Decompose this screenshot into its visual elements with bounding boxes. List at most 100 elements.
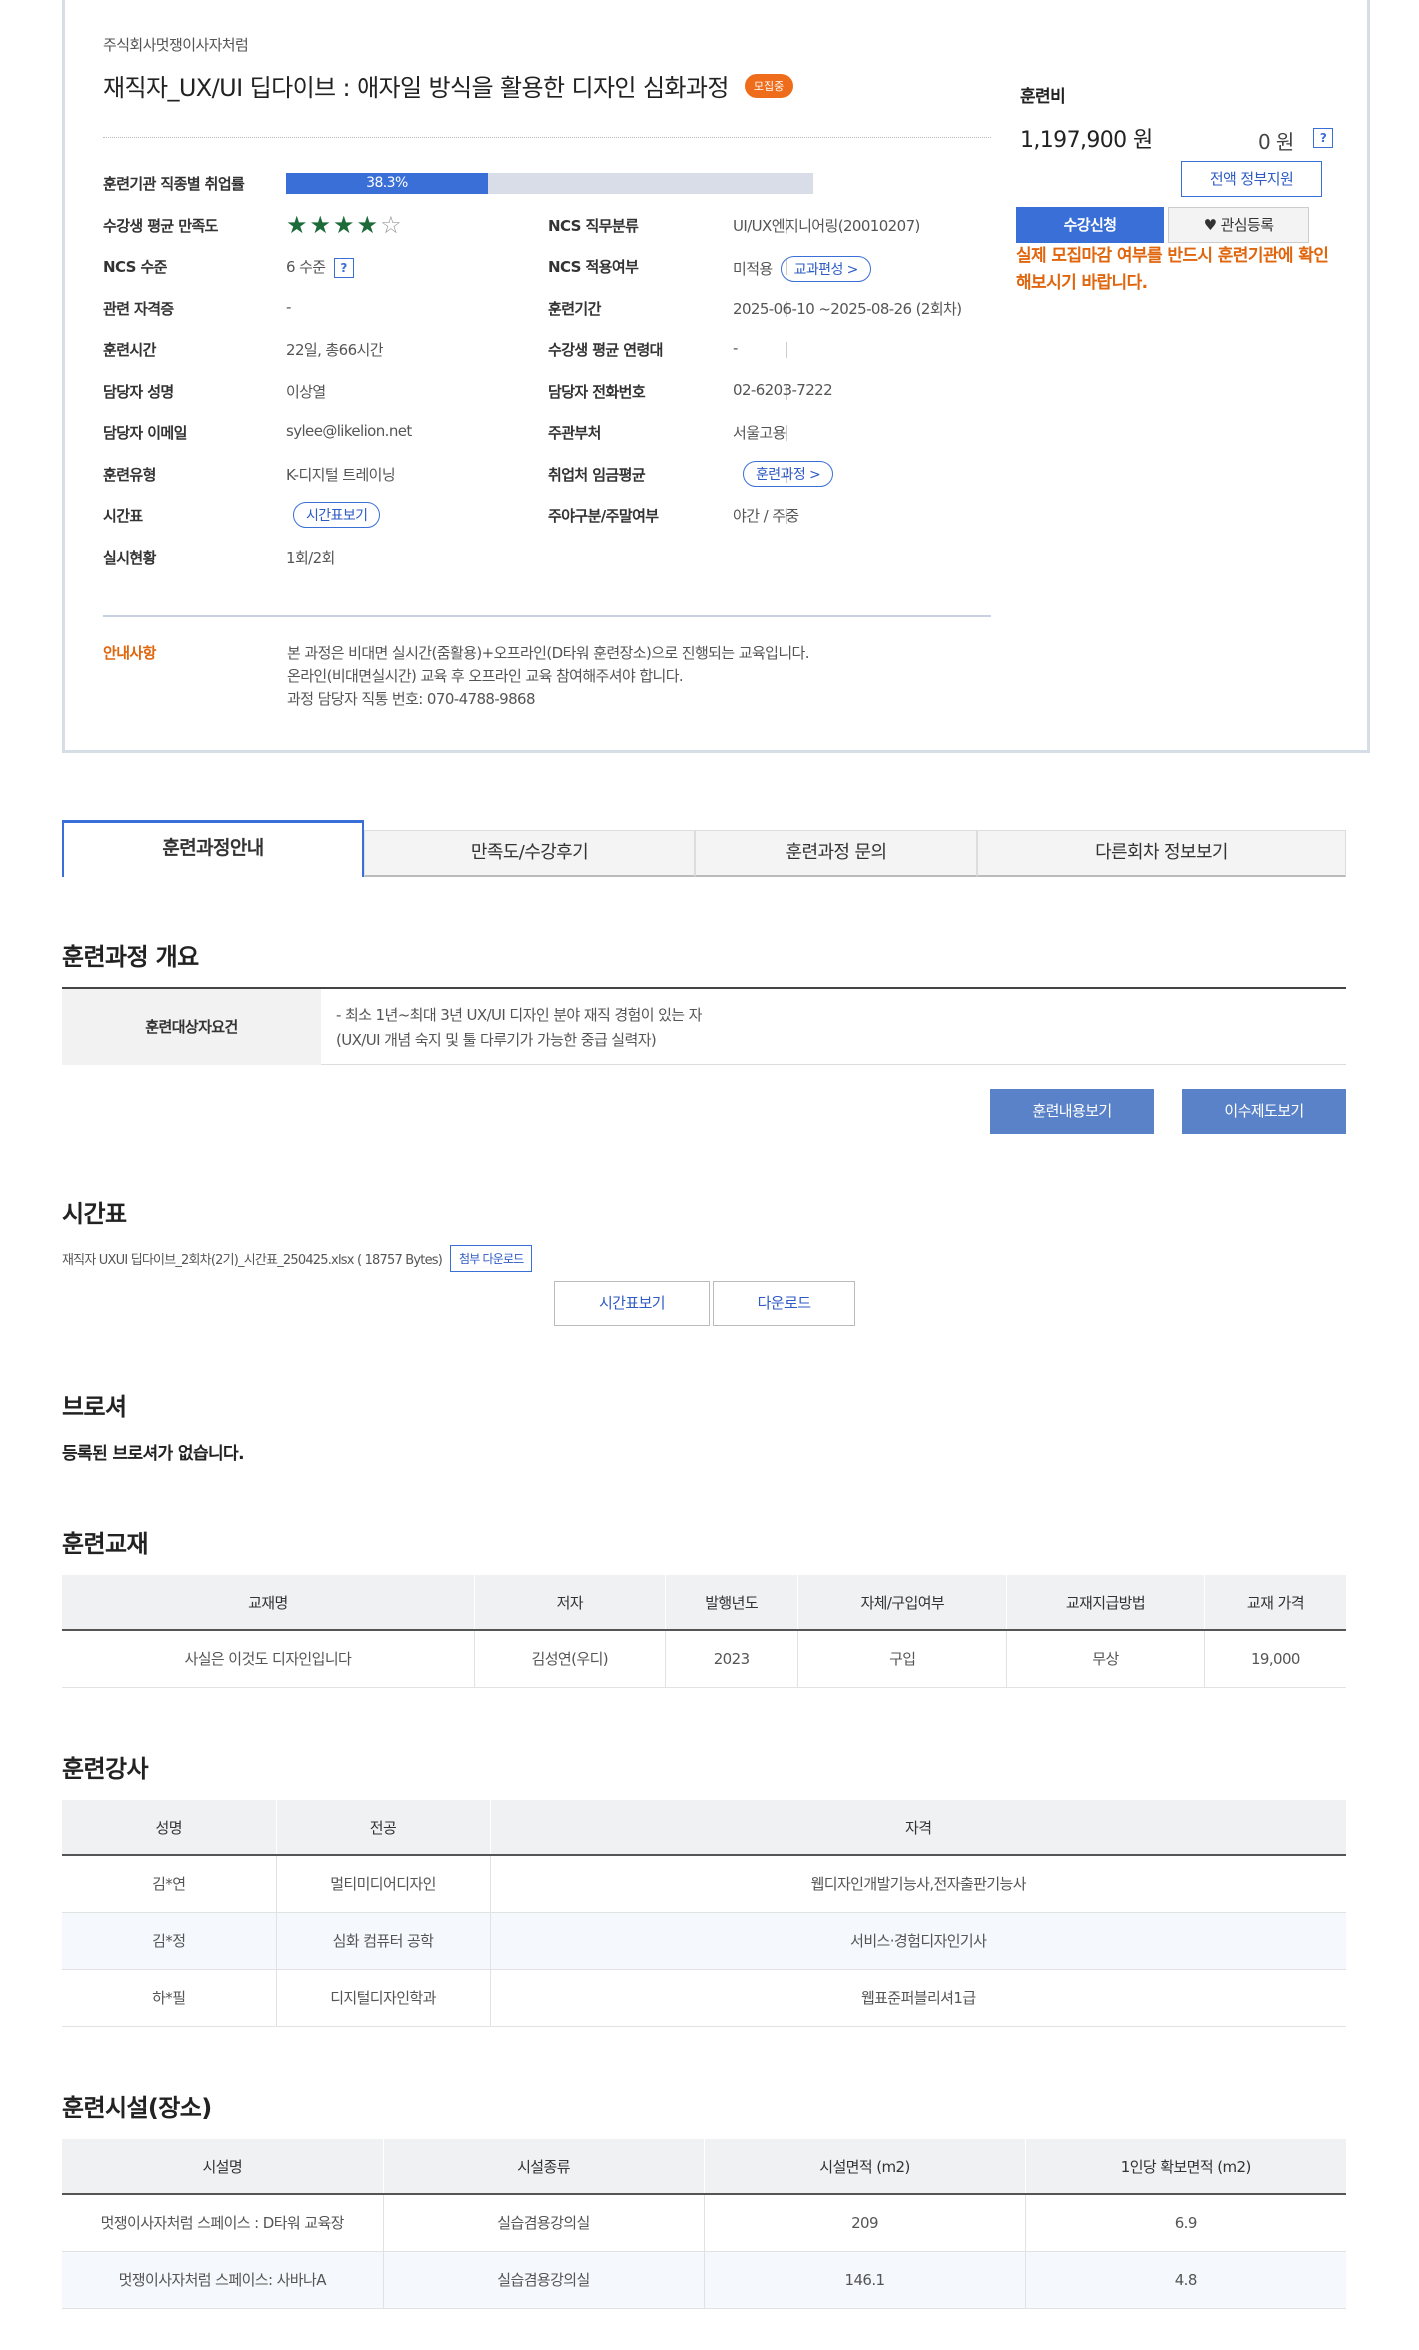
facilities-heading: 훈련시설(장소)	[62, 2094, 212, 2122]
cert-value: -	[286, 297, 291, 316]
type-label: 훈련유형	[103, 465, 156, 484]
course-info-rows: 훈련기관 직종별 취업률 38.3% 수강생 평균 만족도 ★★★★☆ NCS …	[103, 165, 1003, 580]
table-row: 사실은 이것도 디자인입니다 김성연(우디) 2023 구입 무상 19,000	[62, 1630, 1346, 1688]
timetable-heading: 시간표	[62, 1200, 127, 1228]
table-cell: 하*필	[62, 1969, 276, 2027]
column-header: 전공	[275, 1800, 490, 1856]
age-label: 수강생 평균 연령대	[548, 341, 663, 359]
info-row-cert: 관련 자격증 - 훈련기간 2025-06-10 ~2025-08-26 (2회…	[103, 290, 1003, 332]
course-content-button[interactable]: 훈련내용보기	[990, 1089, 1154, 1134]
divider	[103, 615, 991, 617]
employment-rate-bar: 38.3%	[286, 173, 813, 194]
column-header: 자체/구입여부	[797, 1575, 1007, 1631]
gov-support-button[interactable]: 전액 정부지원	[1181, 161, 1322, 197]
table-row: 멋쟁이사자처럼 스페이스 : D타워 교육장 실습겸용강의실 209 6.9	[62, 2194, 1346, 2252]
course-info-box: 주식회사멋쟁이사자처럼 재직자_UX/UI 딥다이브 : 애자일 방식을 활용한…	[62, 0, 1370, 753]
daynight-label: 주야구분/주말여부	[548, 507, 659, 525]
tab-other-rounds[interactable]: 다른회차 정보보기	[977, 830, 1346, 877]
column-header: 저자	[473, 1575, 666, 1631]
star-filled-icon: ★	[333, 210, 357, 239]
column-header: 1인당 확보면적 (m2)	[1024, 2139, 1346, 2195]
ncs-level-label: NCS 수준	[103, 258, 167, 276]
star-empty-icon: ☆	[380, 210, 404, 239]
column-header: 성명	[62, 1800, 276, 1856]
requirement-line: - 최소 1년~최대 3년 UX/UI 디자인 분야 재직 경험이 있는 자	[336, 1006, 702, 1024]
heart-icon: ♥	[1203, 216, 1217, 234]
table-cell: 멀티미디어디자인	[275, 1855, 490, 1913]
ncs-apply-label: NCS 적용여부	[548, 258, 639, 276]
apply-button[interactable]: 수강신청	[1016, 207, 1164, 243]
table-cell: 서비스·경험디자인기사	[489, 1912, 1346, 1970]
timetable-download-button[interactable]: 다운로드	[713, 1281, 855, 1326]
notice-line: 과정 담당자 직통 번호: 070-4788-9868	[287, 690, 536, 708]
help-icon[interactable]: ?	[1313, 128, 1333, 148]
dept-label: 주관부처	[548, 424, 601, 442]
status-label: 실시현황	[103, 548, 156, 567]
timetable-view-button[interactable]: 시간표보기	[554, 1281, 710, 1326]
table-cell: 6.9	[1024, 2194, 1346, 2252]
table-cell: 웹표준퍼블리셔1급	[489, 1969, 1346, 2027]
column-header: 자격	[489, 1800, 1346, 1856]
type-value: K-디지털 트레이닝	[286, 465, 396, 484]
info-row-manager: 담당자 성명 이상열 담당자 전화번호 02-6203-7222	[103, 373, 1003, 415]
wage-button[interactable]: 훈련과정 >	[743, 460, 834, 487]
employment-label: 훈련기관 직종별 취업률	[103, 175, 245, 193]
info-row-type: 훈련유형 K-디지털 트레이닝 취업처 임금평균 훈련과정 >	[103, 456, 1003, 498]
info-row-schedule: 시간표 시간표보기 주야구분/주말여부 야간 / 주중	[103, 497, 1003, 539]
table-cell: 김성연(우디)	[473, 1630, 666, 1688]
course-org: 주식회사멋쟁이사자처럼	[103, 36, 249, 54]
tab-course-guide[interactable]: 훈련과정안내	[62, 820, 364, 877]
curriculum-button[interactable]: 교과편성 >	[780, 256, 871, 282]
manager-value: 이상열	[286, 382, 326, 401]
notice-text: 본 과정은 비대면 실시간(줌활용)+오프라인(D타워 훈련장소)으로 진행되는…	[287, 642, 810, 711]
table-row: 하*필 디지털디자인학과 웹표준퍼블리셔1급	[62, 1969, 1346, 2027]
satisfaction-label: 수강생 평균 만족도	[103, 216, 218, 235]
notice-line: 온라인(비대면실시간) 교육 후 오프라인 교육 참여해주셔야 합니다.	[287, 667, 684, 685]
brochure-empty-text: 등록된 브로셔가 없습니다.	[62, 1444, 245, 1464]
ncs-job-value: UI/UX엔지니어링(20010207)	[733, 216, 920, 235]
requirement-label: 훈련대상자요건	[62, 989, 321, 1065]
satisfaction-stars: ★★★★☆	[286, 211, 404, 239]
column-header: 교재지급방법	[1006, 1575, 1205, 1631]
table-row: 김*정 심화 컴퓨터 공학 서비스·경험디자인기사	[62, 1912, 1346, 1970]
ncs-apply-value: 미적용	[733, 260, 773, 278]
brochure-heading: 브로셔	[62, 1393, 127, 1421]
divider	[786, 342, 787, 358]
dept-value: 서울고용	[733, 424, 786, 442]
tab-reviews[interactable]: 만족도/수강후기	[364, 830, 695, 877]
info-row-employment: 훈련기관 직종별 취업률 38.3%	[103, 165, 1003, 207]
table-cell: 김*정	[62, 1912, 276, 1970]
requirement-line: (UX/UI 개념 숙지 및 툴 다루기가 가능한 중급 실력자)	[336, 1031, 657, 1049]
tab-inquiry[interactable]: 훈련과정 문의	[695, 830, 977, 877]
table-cell: 실습겸용강의실	[382, 2251, 704, 2309]
table-header-row: 시설명 시설종류 시설면적 (m2) 1인당 확보면적 (m2)	[62, 2139, 1346, 2195]
completion-system-button[interactable]: 이수제도보기	[1182, 1089, 1346, 1134]
table-cell: 209	[703, 2194, 1025, 2252]
table-header-row: 성명 전공 자격	[62, 1800, 1346, 1856]
phone-value: 02-6203-7222	[733, 380, 833, 399]
cert-label: 관련 자격증	[103, 299, 174, 318]
table-cell: 19,000	[1203, 1630, 1346, 1688]
email-label: 담당자 이메일	[103, 424, 187, 442]
table-cell: 사실은 이것도 디자인입니다	[62, 1630, 475, 1688]
wage-button-wrap: 훈련과정 >	[743, 460, 834, 487]
recruit-badge: 모집중	[744, 73, 794, 98]
daynight-value: 야간 / 주중	[733, 507, 799, 525]
ncs-level-value: 6 수준	[286, 258, 326, 276]
manager-label: 담당자 성명	[103, 382, 174, 401]
table-cell: 무상	[1006, 1630, 1205, 1688]
info-row-hours: 훈련시간 22일, 총66시간 수강생 평균 연령대 -	[103, 331, 1003, 373]
textbook-heading: 훈련교재	[62, 1530, 149, 1558]
favorite-button[interactable]: ♥ 관심등록	[1168, 207, 1309, 243]
column-header: 시설명	[62, 2139, 383, 2195]
info-row-ncs-level: NCS 수준 6 수준? NCS 적용여부 미적용 교과편성 >	[103, 248, 1003, 290]
notice-label: 안내사항	[103, 644, 156, 662]
attachment-download-button[interactable]: 첨부 다운로드	[450, 1245, 533, 1272]
table-header-row: 교재명 저자 발행년도 자체/구입여부 교재지급방법 교재 가격	[62, 1575, 1346, 1631]
help-icon[interactable]: ?	[333, 258, 354, 278]
schedule-button[interactable]: 시간표보기	[293, 502, 381, 528]
course-title: 재직자_UX/UI 딥다이브 : 애자일 방식을 활용한 디자인 심화과정 모집…	[103, 68, 794, 103]
table-cell: 디지털디자인학과	[275, 1969, 490, 2027]
table-row: 멋쟁이사자처럼 스페이스: 사바나A 실습겸용강의실 146.1 4.8	[62, 2251, 1346, 2309]
requirement-text: - 최소 1년~최대 3년 UX/UI 디자인 분야 재직 경험이 있는 자 (…	[336, 1003, 702, 1053]
